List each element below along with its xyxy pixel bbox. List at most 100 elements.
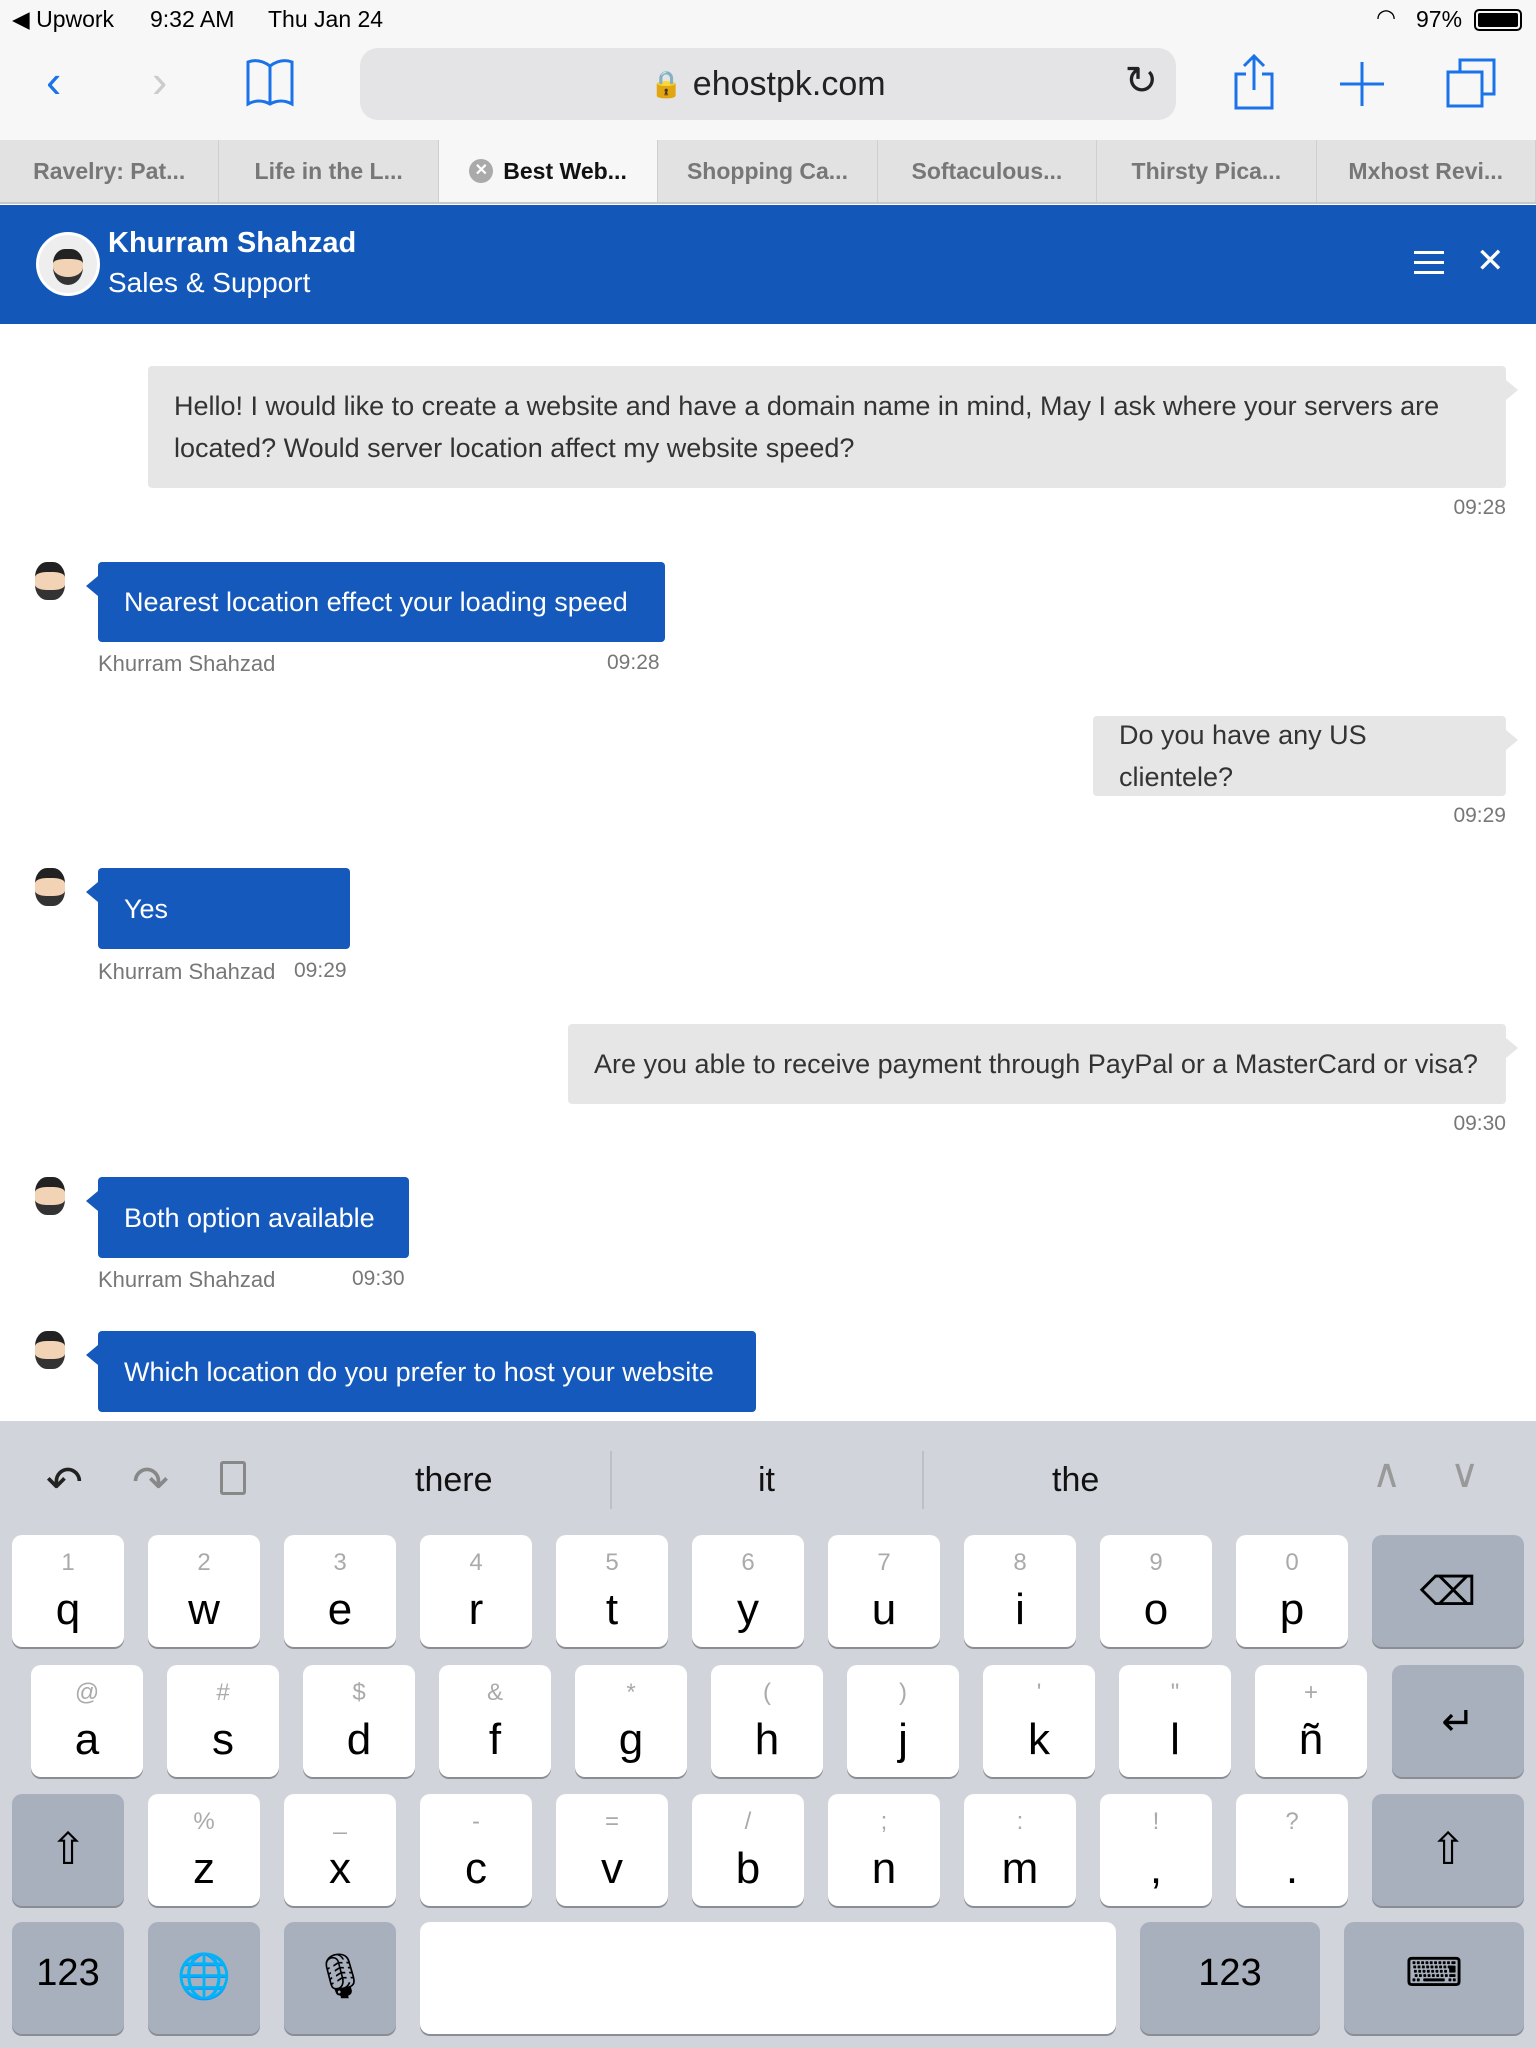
key-29[interactable]: + ñ [1255,1665,1367,1777]
tab[interactable]: Mxhost Revi... [1317,140,1536,202]
globe-icon: 🌐 [176,1952,232,2001]
shift-key-left[interactable]: ⇧ [12,1794,124,1906]
key-primary: s [212,1715,234,1764]
key-22[interactable]: $ d [303,1665,415,1777]
forward-icon[interactable]: › [152,54,167,108]
key-4[interactable]: 5t [556,1535,668,1647]
tab-label: Life in the L... [254,157,403,184]
key-41[interactable]: _ x [284,1794,396,1906]
tab-label: Softaculous... [911,157,1063,184]
key-45[interactable]: ; n [828,1794,940,1906]
delete-key[interactable]: ⌫ [1372,1535,1524,1647]
space-bar[interactable] [420,1922,1116,2034]
message-time: 09:29 [294,959,347,982]
tabs-overview-icon[interactable] [1446,58,1496,108]
key-secondary: 6 [741,1549,755,1576]
reload-icon[interactable]: ↻ [1124,58,1158,104]
redo-icon[interactable]: ↷ [132,1457,169,1508]
tab[interactable]: Shopping Ca... [658,140,878,202]
key-secondary: ! [1152,1808,1160,1835]
message-bubble: Hello! I would like to create a website … [148,366,1518,488]
back-to-app[interactable]: ◀ Upwork [12,6,114,33]
shift-key-right[interactable]: ⇧ [1372,1794,1524,1906]
agent-avatar-small [32,562,68,612]
message-bubble: Both option available [86,1177,409,1258]
key-28[interactable]: " l [1119,1665,1231,1777]
close-tab-icon[interactable]: ✕ [469,159,494,183]
key-23[interactable]: & f [439,1665,551,1777]
tab-bar: Ravelry: Pat... Life in the L... ✕ Best W… [0,140,1536,204]
suggestion[interactable]: the [1052,1461,1099,1500]
key-47[interactable]: !, [1100,1794,1212,1906]
key-1[interactable]: 2w [148,1535,260,1647]
dictation-key[interactable]: 🎙 [284,1922,396,2034]
key-secondary: : [1016,1808,1024,1835]
key-21[interactable]: # s [167,1665,279,1777]
message-text: Are you able to receive payment through … [594,1049,1478,1079]
return-icon: ↵ [1441,1700,1475,1744]
share-icon[interactable] [1232,54,1276,110]
close-icon[interactable]: ✕ [1476,241,1505,281]
key-7[interactable]: 8i [964,1535,1076,1647]
key-42[interactable]: -c [420,1794,532,1906]
message-text: Yes [124,893,169,924]
key-44[interactable]: / b [692,1794,804,1906]
key-2[interactable]: 3e [284,1535,396,1647]
lock-icon: 🔒 [650,68,683,99]
key-43[interactable]: = v [556,1794,668,1906]
dismiss-keyboard-key[interactable]: ⌨ [1344,1922,1524,2034]
key-9[interactable]: 0p [1236,1535,1348,1647]
numbers-label: 123 [36,1952,100,1994]
key-primary: m [1001,1844,1039,1893]
key-27[interactable]: ' k [983,1665,1095,1777]
key-20[interactable]: @ a [31,1665,143,1777]
key-46[interactable]: :m [964,1794,1076,1906]
key-3[interactable]: 4r [420,1535,532,1647]
agent-avatar-small [32,1331,68,1381]
back-app-label: Upwork [36,6,115,32]
key-secondary: ( [763,1679,771,1706]
tab-active[interactable]: ✕ Best Web... [438,140,659,202]
keyboard-dismiss-icon: ⌨ [1405,1951,1463,1995]
key-secondary: 0 [1285,1549,1299,1576]
key-primary: v [601,1844,623,1893]
battery-icon [1474,9,1522,31]
tab-label: Mxhost Revi... [1348,157,1504,184]
key-8[interactable]: 9o [1100,1535,1212,1647]
key-6[interactable]: 7u [828,1535,940,1647]
key-24[interactable]: * g [575,1665,687,1777]
url-text: ehostpk.com [692,64,886,103]
key-secondary: # [216,1679,230,1706]
paste-icon[interactable] [220,1461,246,1495]
key-5[interactable]: 6y [692,1535,804,1647]
suggestion[interactable]: it [758,1461,775,1500]
numbers-key-left[interactable]: 123 [12,1922,124,2034]
menu-icon[interactable] [1414,251,1444,274]
key-48[interactable]: ?. [1236,1794,1348,1906]
return-key[interactable]: ↵ [1392,1665,1524,1777]
tab[interactable]: Thirsty Pica... [1097,140,1317,202]
tab[interactable]: Life in the L... [219,140,439,202]
key-secondary: = [604,1808,619,1835]
globe-key[interactable]: 🌐 [148,1922,260,2034]
key-0[interactable]: 1q [12,1535,124,1647]
numbers-key-right[interactable]: 123 [1140,1922,1320,2034]
suggestion[interactable]: there [415,1461,493,1500]
new-tab-icon[interactable] [1340,62,1384,106]
chevron-up-icon[interactable]: ∧ [1372,1451,1401,1497]
key-40[interactable]: % z [148,1794,260,1906]
tab[interactable]: Ravelry: Pat... [0,140,220,202]
chevron-down-icon[interactable]: ∨ [1450,1451,1479,1497]
key-secondary: ' [1036,1679,1042,1706]
key-secondary: 1 [61,1549,75,1576]
address-bar[interactable]: 🔒 ehostpk.com ↻ [360,48,1176,120]
key-25[interactable]: (h [711,1665,823,1777]
delete-icon: ⌫ [1419,1570,1477,1614]
key-primary: w [188,1585,220,1634]
tab[interactable]: Softaculous... [878,140,1098,202]
back-icon[interactable]: ‹ [46,54,61,108]
undo-icon[interactable]: ↶ [46,1457,83,1508]
bookmarks-icon[interactable] [244,58,296,108]
status-bar: ◀ Upwork 9:32 AM Thu Jan 24 ◠ 97% [0,0,1536,40]
key-26[interactable]: ) j [847,1665,959,1777]
